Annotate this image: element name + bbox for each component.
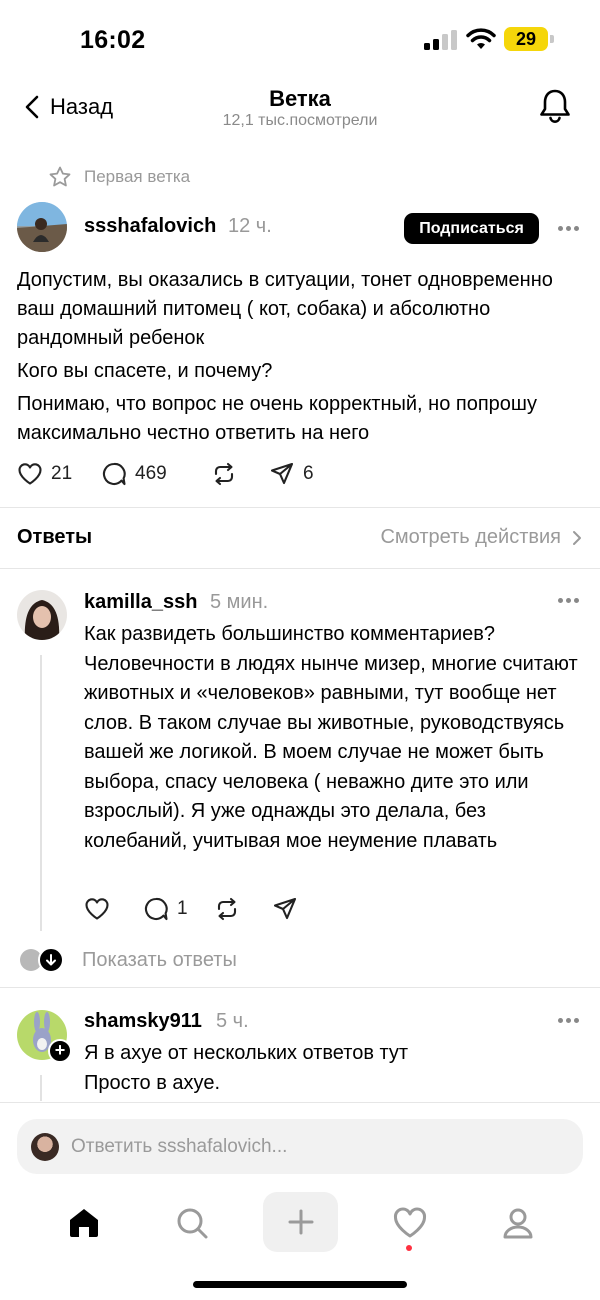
share-button[interactable]: 6: [269, 461, 314, 487]
reply-composer[interactable]: Ответить ssshafalovich...: [17, 1119, 583, 1174]
post-paragraph: Понимаю, что вопрос не очень корректный,…: [17, 393, 537, 444]
home-icon: [69, 1209, 98, 1237]
post-paragraph: Допустим, вы оказались в ситуации, тонет…: [17, 269, 553, 349]
battery-tip: [550, 35, 554, 43]
post-time: 12 ч.: [228, 215, 272, 237]
view-activity-link[interactable]: Смотреть действия: [380, 526, 583, 549]
reply-username[interactable]: shamsky911: [84, 1010, 202, 1033]
view-activity-label: Смотреть действия: [380, 526, 561, 548]
follow-plus-icon[interactable]: +: [48, 1039, 72, 1063]
nav-header: Назад Ветка 12,1 тыс.посмотрели: [0, 80, 600, 140]
tab-home[interactable]: [46, 1192, 121, 1254]
wifi-icon: [466, 28, 496, 49]
comment-icon: [102, 462, 126, 486]
tab-profile[interactable]: [480, 1192, 555, 1254]
reply-body: Я в ахуе от нескольких ответов тут Прост…: [84, 1039, 584, 1098]
avatar[interactable]: [17, 590, 67, 640]
share-button[interactable]: [272, 896, 298, 922]
home-indicator: [193, 1281, 407, 1288]
arrow-down-icon: [38, 947, 64, 973]
show-replies-label: Показать ответы: [82, 948, 237, 971]
first-thread-label: Первая ветка: [48, 164, 190, 190]
send-icon: [273, 897, 297, 920]
reply-line: Я в ахуе от нескольких ответов тут: [84, 1042, 409, 1064]
plus-icon: [288, 1209, 313, 1235]
search-icon: [177, 1208, 207, 1239]
like-button[interactable]: [84, 896, 143, 922]
divider: [0, 507, 600, 508]
comment-button[interactable]: 469: [101, 461, 211, 487]
like-button[interactable]: 21: [17, 461, 101, 487]
divider: [0, 568, 600, 569]
reply-time: 5 ч.: [216, 1010, 249, 1032]
post-body: Допустим, вы оказались в ситуации, тонет…: [17, 266, 587, 452]
avatar: [31, 1132, 59, 1161]
reply-time: 5 мин.: [210, 591, 269, 613]
divider: [0, 987, 600, 988]
heart-icon: [18, 463, 42, 485]
post-username[interactable]: ssshafalovich: [84, 215, 216, 238]
post-author-row: ssshafalovich 12 ч. Подписаться: [0, 202, 600, 254]
battery-level: 29: [504, 27, 548, 51]
more-options-icon[interactable]: [558, 1018, 580, 1024]
views-count: 12,1 тыс.посмотрели: [222, 112, 378, 129]
page-title: Ветка: [269, 86, 331, 111]
divider: [0, 1102, 600, 1103]
chevron-right-icon: [573, 530, 581, 545]
tab-search[interactable]: [154, 1192, 229, 1254]
heart-icon: [85, 898, 109, 920]
post-actions: 21 469 6: [17, 461, 314, 487]
avatar-photo: [17, 590, 67, 640]
more-options-icon[interactable]: [558, 598, 580, 604]
cellular-signal-icon: [424, 30, 457, 50]
comment-button[interactable]: 1: [143, 896, 214, 922]
thread-line: [40, 1075, 42, 1101]
status-time: 16:02: [80, 26, 146, 54]
avatar[interactable]: [17, 202, 67, 252]
avatar-photo: [17, 202, 67, 252]
tab-bar: [0, 1192, 600, 1254]
like-count: 21: [51, 463, 73, 484]
share-count: 6: [303, 463, 314, 484]
answers-title: Ответы: [17, 526, 93, 548]
repost-button[interactable]: [211, 461, 269, 487]
status-bar: 16:02 29: [0, 0, 600, 80]
subscribe-button[interactable]: Подписаться: [404, 213, 539, 244]
comment-icon: [144, 897, 168, 921]
tab-new-post[interactable]: [263, 1192, 338, 1252]
send-icon: [270, 462, 294, 485]
repost-icon: [214, 462, 234, 486]
first-thread-text: Первая ветка: [84, 167, 191, 186]
reply-avatars: [20, 947, 66, 973]
answers-header: Ответы Смотреть действия: [17, 522, 583, 552]
reply-username[interactable]: kamilla_ssh: [84, 591, 197, 614]
post-paragraph: Кого вы спасете, и почему?: [17, 360, 273, 382]
notification-dot: [406, 1245, 412, 1251]
thread-line: [40, 655, 42, 931]
repost-icon: [217, 897, 237, 921]
repost-button[interactable]: [214, 896, 272, 922]
reply-body: Как развидеть большинство комментариев? …: [84, 623, 578, 852]
reply-actions: 1: [84, 896, 298, 922]
profile-icon: [503, 1208, 532, 1239]
show-replies-button[interactable]: Показать ответы: [20, 945, 237, 975]
star-icon: [49, 166, 71, 187]
bell-icon[interactable]: [538, 88, 572, 124]
heart-icon: [393, 1207, 426, 1238]
comment-count: 1: [177, 898, 188, 919]
reply-line: Просто в ахуе.: [84, 1071, 220, 1094]
reply-input-placeholder: Ответить ssshafalovich...: [71, 1135, 288, 1157]
more-options-icon[interactable]: [558, 226, 580, 232]
comment-count: 469: [135, 463, 167, 484]
